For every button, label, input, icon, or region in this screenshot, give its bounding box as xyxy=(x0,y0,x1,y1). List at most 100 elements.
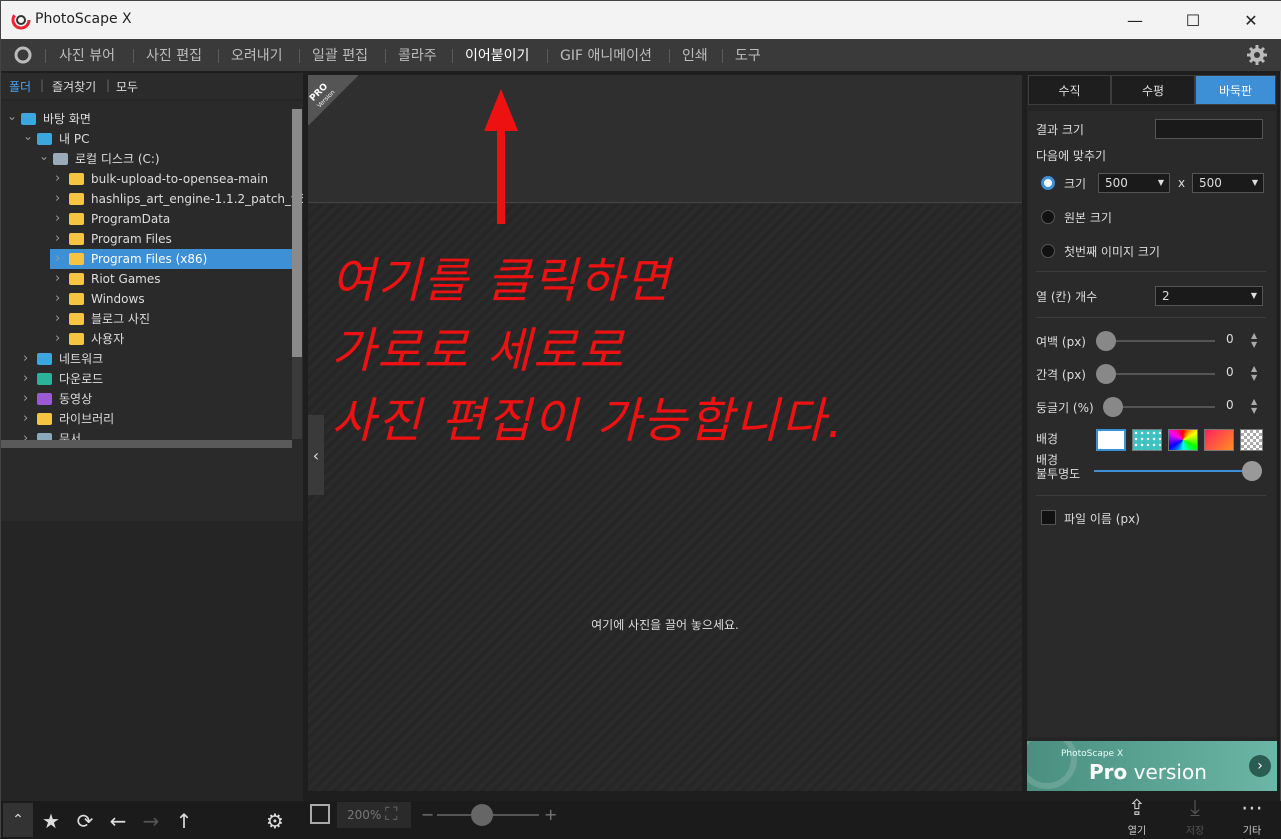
round-slider-track[interactable] xyxy=(1113,406,1215,408)
menu-photo-viewer[interactable]: 사진 뷰어 xyxy=(59,45,115,65)
tree-item[interactable]: › Program Files xyxy=(50,229,292,249)
tree-item[interactable]: › 블로그 사진 xyxy=(50,309,292,329)
bg-pattern-swatch[interactable] xyxy=(1132,429,1162,451)
tree-item[interactable]: › Riot Games xyxy=(50,269,292,289)
margin-spinner[interactable]: ▲ ▼ xyxy=(1251,331,1257,349)
columns-select[interactable]: 2 ▼ xyxy=(1155,286,1263,306)
bg-rainbow-swatch[interactable] xyxy=(1168,429,1198,451)
fit-view-icon[interactable] xyxy=(310,804,330,824)
menu-photo-editor[interactable]: 사진 편집 xyxy=(146,45,202,65)
tab-vertical[interactable]: 수직 xyxy=(1028,75,1111,105)
fullscreen-icon[interactable]: ⛶ xyxy=(385,804,398,825)
chevron-right-icon[interactable]: › xyxy=(23,389,28,409)
menu-collage[interactable]: 콜라주 xyxy=(398,45,437,65)
menu-combine[interactable]: 이어붙이기 xyxy=(465,45,529,65)
maximize-button[interactable]: ☐ xyxy=(1164,1,1222,39)
chevron-right-icon[interactable]: › xyxy=(1249,755,1271,777)
tab-horizontal[interactable]: 수평 xyxy=(1111,75,1195,105)
bg-gradient-swatch[interactable] xyxy=(1204,429,1234,451)
bg-white-swatch[interactable] xyxy=(1096,429,1126,451)
tree-item[interactable]: › 네트워크 xyxy=(1,349,291,369)
tree-item[interactable]: › ProgramData xyxy=(50,209,292,229)
width-select[interactable]: 500 ▼ xyxy=(1098,173,1170,193)
scrollbar-thumb[interactable] xyxy=(292,109,302,357)
margin-slider-track[interactable] xyxy=(1105,340,1215,342)
original-size-radio[interactable] xyxy=(1041,210,1055,224)
filename-checkbox[interactable] xyxy=(1041,510,1056,525)
back-arrow-icon[interactable]: ← xyxy=(106,809,130,833)
size-radio[interactable] xyxy=(1041,176,1055,190)
chevron-down-icon[interactable]: ⌄ xyxy=(7,106,17,126)
chevron-right-icon[interactable]: › xyxy=(55,309,60,329)
chevron-down-icon[interactable]: ⌄ xyxy=(23,126,33,146)
chevron-right-icon[interactable]: › xyxy=(55,329,60,349)
tree-horizontal-scrollbar[interactable] xyxy=(1,440,292,448)
more-button[interactable]: ⋯ 기타 xyxy=(1232,797,1272,838)
minimize-button[interactable]: — xyxy=(1106,1,1164,39)
tree-item[interactable]: › hashlips_art_engine-1.1.2_patch_v6 xyxy=(50,189,303,209)
height-select[interactable]: 500 ▼ xyxy=(1192,173,1264,193)
close-button[interactable]: ✕ xyxy=(1222,1,1280,39)
round-value[interactable]: 0 xyxy=(1226,398,1234,412)
chevron-up-icon[interactable]: ⌃ xyxy=(3,803,33,837)
spacing-slider-knob[interactable] xyxy=(1096,364,1116,384)
tree-item[interactable]: › 라이브러리 xyxy=(1,409,291,429)
up-arrow-icon[interactable]: ↑ xyxy=(172,809,196,833)
bg-opacity-slider-knob[interactable] xyxy=(1242,461,1262,481)
menu-cut-out[interactable]: 오려내기 xyxy=(231,45,283,65)
home-icon[interactable] xyxy=(12,45,34,65)
spacing-slider-track[interactable] xyxy=(1105,373,1215,375)
tab-favorites[interactable]: 즐겨찾기 xyxy=(52,78,96,95)
chevron-right-icon[interactable]: › xyxy=(23,409,28,429)
tree-item[interactable]: › 사용자 xyxy=(50,329,292,349)
chevron-right-icon[interactable]: › xyxy=(55,189,60,209)
refresh-icon[interactable]: ⟳ xyxy=(73,809,97,833)
menu-gif-animation[interactable]: GIF 애니메이션 xyxy=(560,45,652,65)
menu-tools[interactable]: 도구 xyxy=(735,45,761,65)
zoom-slider-knob[interactable] xyxy=(471,804,493,826)
pro-version-badge[interactable]: PRO Version xyxy=(308,75,358,125)
tab-all[interactable]: 모두 xyxy=(116,78,138,95)
zoom-in-icon[interactable]: + xyxy=(544,805,557,824)
tree-item[interactable]: › Windows xyxy=(50,289,292,309)
chevron-right-icon[interactable]: › xyxy=(55,229,60,249)
zoom-out-icon[interactable]: − xyxy=(421,805,434,824)
tree-item[interactable]: › Program Files (x86) xyxy=(50,249,292,269)
tree-vertical-scrollbar[interactable] xyxy=(292,109,302,439)
margin-value[interactable]: 0 xyxy=(1226,332,1234,346)
spacing-spinner[interactable]: ▲ ▼ xyxy=(1251,364,1257,382)
collapse-left-pane-button[interactable]: ‹ xyxy=(308,415,324,495)
chevron-down-icon[interactable]: ⌄ xyxy=(39,146,49,166)
pro-version-banner[interactable]: PhotoScape X Pro version › xyxy=(1027,741,1277,791)
chevron-right-icon[interactable]: › xyxy=(55,169,60,189)
gear-icon[interactable] xyxy=(1246,44,1268,66)
first-image-size-radio[interactable] xyxy=(1041,244,1055,258)
menu-print[interactable]: 인쇄 xyxy=(682,45,708,65)
chevron-right-icon[interactable]: › xyxy=(23,369,28,389)
bg-opacity-slider-track[interactable] xyxy=(1094,470,1252,472)
tree-item[interactable]: › 다운로드 xyxy=(1,369,291,389)
star-icon[interactable]: ★ xyxy=(39,809,63,833)
bg-transparent-swatch[interactable] xyxy=(1240,429,1263,451)
margin-slider-knob[interactable] xyxy=(1096,331,1116,351)
tree-item-label: hashlips_art_engine-1.1.2_patch_v6 xyxy=(91,192,303,206)
tree-item[interactable]: › bulk-upload-to-opensea-main xyxy=(50,169,292,189)
tab-folder[interactable]: 폴더 xyxy=(9,78,31,95)
tree-item[interactable]: › 동영상 xyxy=(1,389,291,409)
zoom-level-field[interactable]: 200% ⛶ xyxy=(337,802,411,828)
settings-gear-icon[interactable]: ⚙ xyxy=(263,809,287,833)
tree-item[interactable]: ⌄ 로컬 디스크 (C:) xyxy=(1,149,291,169)
image-strip[interactable]: PRO Version xyxy=(308,75,1022,203)
chevron-right-icon[interactable]: › xyxy=(55,209,60,229)
spacing-value[interactable]: 0 xyxy=(1226,365,1234,379)
chevron-right-icon[interactable]: › xyxy=(55,249,60,269)
menu-batch[interactable]: 일괄 편집 xyxy=(312,45,368,65)
round-slider-knob[interactable] xyxy=(1103,397,1123,417)
chevron-right-icon[interactable]: › xyxy=(55,289,60,309)
tree-item[interactable]: ⌄ 바탕 화면 xyxy=(1,109,291,129)
tab-grid[interactable]: 바둑판 xyxy=(1195,75,1276,105)
chevron-right-icon[interactable]: › xyxy=(55,269,60,289)
chevron-right-icon[interactable]: › xyxy=(23,349,28,369)
round-spinner[interactable]: ▲ ▼ xyxy=(1251,397,1257,415)
open-button[interactable]: ⇪ 열기 xyxy=(1117,797,1157,838)
